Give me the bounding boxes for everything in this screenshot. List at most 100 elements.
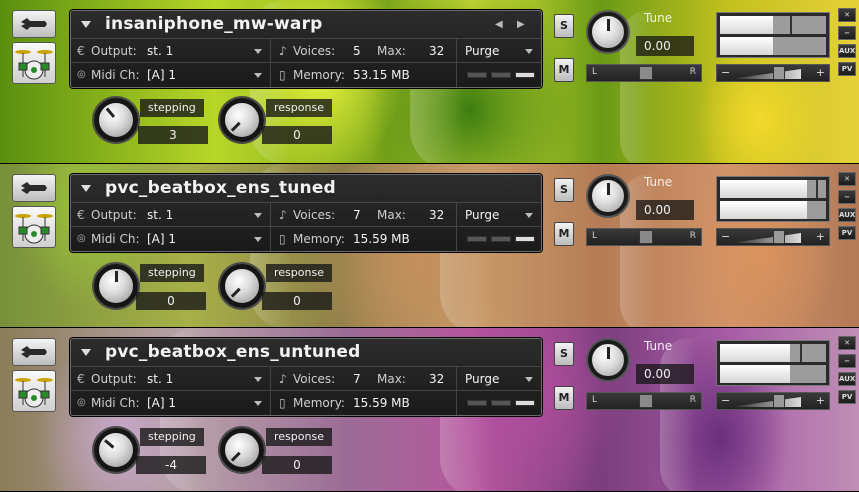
pan-thumb[interactable] [639,394,653,408]
level-meter [716,340,830,386]
close-button[interactable]: ✕ [838,172,856,186]
level-meter [716,176,830,222]
stepping-value[interactable]: -4 [136,456,206,474]
midi-value: [A] 1 [147,396,177,410]
voices-value: 7 [353,372,361,386]
stepping-value[interactable]: 3 [138,126,208,144]
pv-button[interactable]: PV [838,226,856,240]
stepping-value[interactable]: 0 [136,292,206,310]
volume-plus[interactable]: + [816,230,825,243]
volume-minus[interactable]: − [721,230,730,243]
output-icon: € [77,208,85,222]
aux-button[interactable]: AUX [838,44,856,58]
volume-plus[interactable]: + [816,394,825,407]
aux-button[interactable]: AUX [838,208,856,222]
solo-button[interactable]: S [554,178,574,202]
tune-knob[interactable] [588,176,628,216]
response-value[interactable]: 0 [262,126,332,144]
stepping-knob[interactable] [94,428,138,472]
minimize-button[interactable]: − [838,26,856,40]
output-label: Output: [91,372,137,386]
mute-button[interactable]: M [554,222,574,246]
max-value[interactable]: 32 [429,367,444,391]
close-button[interactable]: ✕ [838,336,856,350]
stepping-label: stepping [140,99,204,117]
instrument-name[interactable]: pvc_beatbox_ens_untuned [105,342,361,362]
voices-value: 5 [353,44,361,58]
volume-thumb[interactable] [773,230,785,244]
purge-menu[interactable]: Purge [457,367,541,391]
volume-thumb[interactable] [773,394,785,408]
next-instrument-icon[interactable]: ▶ [517,19,525,30]
prev-instrument-icon[interactable]: ◀ [495,19,503,30]
pv-button[interactable]: PV [838,62,856,76]
mute-button[interactable]: M [554,58,574,82]
purge-label: Purge [465,372,500,386]
wrench-icon[interactable] [12,174,56,202]
instrument-panel: insaniphone_mw-warp ◀ ▶ € Output: st. 1 … [0,0,859,164]
minimize-button[interactable]: − [838,190,856,204]
stepping-knob[interactable] [94,98,138,142]
pan-thumb[interactable] [639,230,653,244]
tune-knob[interactable] [588,340,628,380]
output-selector[interactable]: € Output: st. 1 [71,367,271,391]
max-label: Max: [377,372,406,386]
response-value[interactable]: 0 [262,292,332,310]
memory-display: ▯ Memory: 15.59 MB [271,391,457,415]
volume-slider[interactable]: − + [716,64,830,82]
memory-label: Memory: [293,68,345,82]
disk-meter [491,400,511,406]
tune-value[interactable]: 0.00 [636,200,694,220]
stepping-knob[interactable] [94,264,138,308]
collapse-arrow-icon[interactable] [81,185,91,192]
solo-button[interactable]: S [554,14,574,38]
volume-slider[interactable]: − + [716,392,830,410]
response-value[interactable]: 0 [262,456,332,474]
output-selector[interactable]: € Output: st. 1 [71,203,271,227]
purge-menu[interactable]: Purge [457,203,541,227]
midi-channel-selector[interactable]: ◎ Midi Ch: [A] 1 [71,391,271,415]
response-knob[interactable] [220,428,264,472]
midi-label: Midi Ch: [91,396,140,410]
midi-activity-meter [515,72,535,78]
level-meter-left [720,344,826,362]
tune-value[interactable]: 0.00 [636,36,694,56]
pan-slider[interactable]: L R [586,64,702,82]
collapse-arrow-icon[interactable] [81,349,91,356]
mute-button[interactable]: M [554,386,574,410]
response-knob[interactable] [220,98,264,142]
close-button[interactable]: ✕ [838,8,856,22]
instrument-name[interactable]: pvc_beatbox_ens_tuned [105,178,336,198]
pan-slider[interactable]: L R [586,228,702,246]
pan-slider[interactable]: L R [586,392,702,410]
volume-thumb[interactable] [773,66,785,80]
volume-minus[interactable]: − [721,394,730,407]
midi-channel-selector[interactable]: ◎ Midi Ch: [A] 1 [71,227,271,251]
pv-button[interactable]: PV [838,390,856,404]
level-meter-left [720,180,826,198]
response-knob[interactable] [220,264,264,308]
volume-plus[interactable]: + [816,66,825,79]
wrench-icon[interactable] [12,10,56,38]
chevron-down-icon [525,213,533,218]
instrument-name[interactable]: insaniphone_mw-warp [105,14,323,34]
minimize-button[interactable]: − [838,354,856,368]
tune-value[interactable]: 0.00 [636,364,694,384]
midi-value: [A] 1 [147,232,177,246]
collapse-arrow-icon[interactable] [81,21,91,28]
max-value[interactable]: 32 [429,203,444,227]
level-fill [720,365,790,383]
wrench-icon[interactable] [12,338,56,366]
purge-menu[interactable]: Purge [457,39,541,63]
solo-button[interactable]: S [554,342,574,366]
max-value[interactable]: 32 [429,39,444,63]
tune-knob[interactable] [588,12,628,52]
volume-slider[interactable]: − + [716,228,830,246]
pan-thumb[interactable] [639,66,653,80]
level-fill [720,201,807,219]
instrument-header: pvc_beatbox_ens_tuned € Output: st. 1 ♪ … [70,174,542,252]
volume-minus[interactable]: − [721,66,730,79]
output-selector[interactable]: € Output: st. 1 [71,39,271,63]
aux-button[interactable]: AUX [838,372,856,386]
midi-channel-selector[interactable]: ◎ Midi Ch: [A] 1 [71,63,271,87]
